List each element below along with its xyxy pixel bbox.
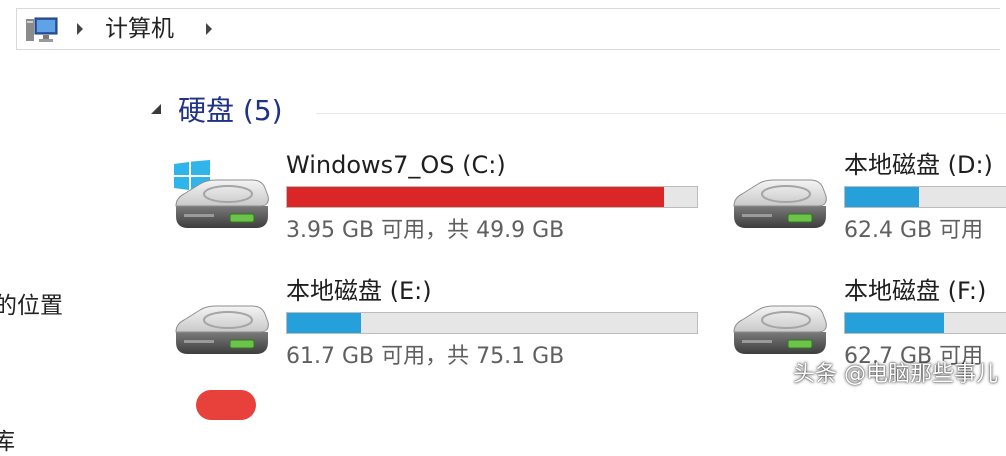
breadcrumb-computer[interactable]: 计算机 (105, 14, 174, 44)
drive-name: 本地磁盘 (E:) (286, 277, 432, 305)
drive-usage-bar (286, 312, 698, 334)
drive-name: 本地磁盘 (F:) (844, 277, 987, 305)
drive-tile-c[interactable]: Windows7_OS (C:) 3.95 GB 可用，共 49.9 GB (170, 150, 710, 262)
drive-usage-fill (845, 313, 944, 333)
nav-item-locations[interactable]: 的位置 (0, 286, 63, 320)
breadcrumb-chevron-icon[interactable] (204, 21, 214, 37)
drive-usage-fill (287, 313, 361, 333)
drive-free-space: 62.4 GB 可用 (844, 218, 984, 243)
watermark-text: 头条 @电脑那些事儿 (793, 362, 998, 387)
navigation-pane: 的位置 库 (0, 50, 118, 455)
system-drive-icon (174, 160, 270, 229)
address-bar[interactable]: 计算机 (16, 8, 1000, 50)
breadcrumb-chevron-icon[interactable] (75, 21, 85, 37)
drive-usage-fill (845, 187, 919, 207)
computer-icon (26, 17, 58, 42)
group-divider (316, 113, 1006, 114)
hard-drive-icon (733, 305, 828, 355)
hard-drive-icon (175, 305, 270, 355)
drive-free-space: 3.95 GB 可用，共 49.9 GB (286, 218, 565, 243)
nav-item-libraries[interactable]: 库 (0, 422, 15, 456)
drive-free-space: 61.7 GB 可用，共 75.1 GB (286, 344, 565, 369)
partial-red-icon (196, 390, 256, 420)
collapse-triangle-icon[interactable] (150, 103, 162, 115)
drive-tile-d[interactable]: 本地磁盘 (D:) 62.4 GB 可用 (728, 150, 1006, 262)
group-title: 硬盘 (5) (178, 94, 283, 127)
drive-usage-bar (844, 186, 1006, 208)
drive-tile-e[interactable]: 本地磁盘 (E:) 61.7 GB 可用，共 75.1 GB (170, 276, 710, 388)
drive-name: Windows7_OS (C:) (286, 151, 506, 179)
hard-drive-icon (733, 179, 828, 229)
drive-name: 本地磁盘 (D:) (844, 151, 993, 179)
drive-usage-fill (287, 187, 664, 207)
drive-usage-bar (844, 312, 1006, 334)
drive-usage-bar (286, 186, 698, 208)
group-header-hard-drives[interactable]: 硬盘 (5) (148, 93, 1006, 129)
